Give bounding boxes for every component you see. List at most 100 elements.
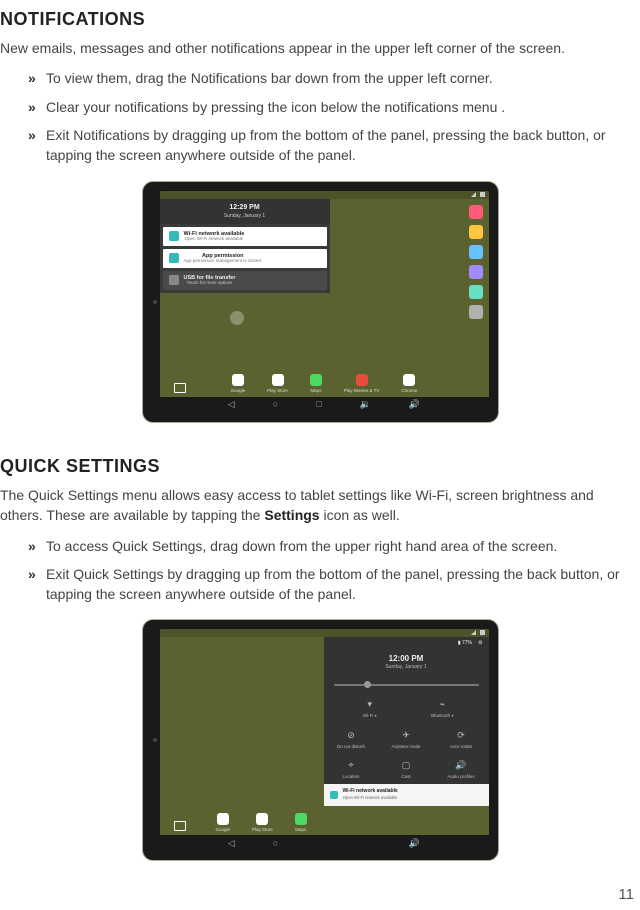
rotate-tile: ⟳ Auto-rotate [434, 725, 489, 755]
cast-tile: ▢ Cast [379, 755, 434, 785]
notification-subtitle: Open Wi-Fi network available [343, 795, 398, 801]
home-icon: ○ [273, 839, 278, 848]
volume-down-icon: 🔉 [360, 400, 371, 409]
side-widgets [469, 205, 483, 319]
notification-header: 12:29 PM Sunday, January 1 [160, 199, 330, 224]
notification-subtitle: Open Wi-Fi network available [184, 237, 245, 242]
brightness-slider [334, 684, 479, 686]
notifications-intro: New emails, messages and other notificat… [0, 38, 640, 58]
app-icon: Google [231, 374, 246, 395]
notification-card: Wi-Fi network available Open Wi-Fi netwo… [163, 227, 327, 246]
quick-settings-figure: Google Play Store Maps ▮ 77% ⚙ 12:00 PM … [0, 620, 640, 865]
notifications-heading: NOTIFICATIONS [0, 6, 640, 32]
app-icon: Chrome [401, 374, 417, 395]
home-icon: ○ [273, 400, 278, 409]
qs-top-bar: ▮ 77% ⚙ [324, 637, 489, 650]
clock-date: Sunday, January 1 [332, 664, 481, 671]
qs-notification-card: Wi-Fi network available Open Wi-Fi netwo… [324, 784, 489, 805]
notification-card: App permission App permission management… [163, 249, 327, 268]
quick-settings-panel: ▮ 77% ⚙ 12:00 PM Sunday, January 1 ▾ Wi-… [324, 637, 489, 805]
notification-card: USB for file transfer Touch for more opt… [163, 271, 327, 290]
clock-time: 12:29 PM [166, 203, 324, 213]
tablet-camera [153, 300, 157, 304]
list-item: Exit Notifications by dragging up from t… [28, 125, 640, 166]
clock-date: Sunday, January 1 [166, 213, 324, 220]
notifications-figure: 12:29 PM Sunday, January 1 Wi-Fi network… [0, 182, 640, 427]
battery-icon [480, 630, 485, 635]
location-icon: ⌖ [326, 759, 377, 772]
list-item: To access Quick Settings, drag down from… [28, 536, 640, 556]
widget-icon [469, 265, 483, 279]
clock-time: 12:00 PM [332, 653, 481, 665]
volume-up-icon: 🔊 [409, 839, 420, 848]
clear-all-icon [230, 311, 244, 325]
tablet-camera [153, 738, 157, 742]
airplane-icon: ✈ [381, 729, 432, 742]
page-number: 11 [618, 884, 634, 906]
nav-bar: ◁ ○ □ 🔉 🔊 [160, 835, 489, 851]
list-item: Exit Quick Settings by dragging up from … [28, 564, 640, 605]
notification-title: Wi-Fi network available [343, 788, 398, 795]
widget-icon [469, 205, 483, 219]
location-tile: ⌖ Location [324, 755, 379, 785]
camera-widget-icon [174, 821, 186, 831]
app-icon: Play Movies & TV [344, 374, 379, 395]
notification-subtitle: App permission management is closed. [184, 259, 263, 264]
settings-gear-icon: ⚙ [478, 640, 482, 647]
wifi-icon [169, 231, 179, 241]
notification-panel: 12:29 PM Sunday, January 1 Wi-Fi network… [160, 199, 330, 293]
qs-row2: ⊘ Do not disturb ✈ Airplane mode ⟳ Auto-… [324, 725, 489, 755]
notification-subtitle: Touch for more options [184, 281, 236, 286]
auto-rotate-icon: ⟳ [436, 729, 487, 742]
battery-icon [480, 192, 485, 197]
app-icon: Play Store [252, 813, 273, 834]
cast-icon: ▢ [381, 759, 432, 772]
back-icon: ◁ [228, 400, 235, 409]
audio-icon: 🔊 [436, 759, 487, 772]
recents-icon: □ [316, 400, 321, 409]
qs-header: 12:00 PM Sunday, January 1 [324, 651, 489, 678]
audio-tile: 🔊 Audio profiles [434, 755, 489, 785]
volume-up-icon: 🔊 [409, 400, 420, 409]
tablet-screen: 12:29 PM Sunday, January 1 Wi-Fi network… [160, 191, 489, 413]
wifi-icon: ▾ [336, 698, 405, 711]
tablet-illustration: Google Play Store Maps ▮ 77% ⚙ 12:00 PM … [143, 620, 498, 860]
bluetooth-icon: ⌁ [408, 698, 477, 711]
airplane-tile: ✈ Airplane mode [379, 725, 434, 755]
quick-settings-heading: QUICK SETTINGS [0, 453, 640, 479]
app-icon: Google [216, 813, 231, 834]
intro-text: icon as well. [320, 507, 400, 523]
signal-icon [471, 630, 476, 635]
widget-icon [469, 225, 483, 239]
widget-icon [469, 245, 483, 259]
app-dock: Google Play Store Maps [216, 813, 489, 834]
app-dock: Google Play Store Maps Play Movies & TV … [160, 374, 489, 395]
list-item: Clear your notifications by pressing the… [28, 97, 640, 117]
back-icon: ◁ [228, 839, 235, 848]
dnd-icon: ⊘ [326, 729, 377, 742]
widget-icon [469, 285, 483, 299]
status-bar [160, 191, 489, 199]
app-icon: Play Store [267, 374, 288, 395]
quick-settings-bullets: To access Quick Settings, drag down from… [0, 536, 640, 605]
app-icon: Maps [310, 374, 322, 395]
wifi-tile: ▾ Wi-Fi ▾ [334, 692, 407, 726]
signal-icon [471, 192, 476, 197]
widget-icon [469, 305, 483, 319]
bluetooth-tile: ⌁ Bluetooth ▾ [406, 692, 479, 726]
qs-row3: ⌖ Location ▢ Cast 🔊 Audio profiles [324, 755, 489, 785]
quick-settings-intro: The Quick Settings menu allows easy acce… [0, 485, 640, 526]
dnd-tile: ⊘ Do not disturb [324, 725, 379, 755]
notifications-bullets: To view them, drag the Notifications bar… [0, 68, 640, 165]
qs-row1: ▾ Wi-Fi ▾ ⌁ Bluetooth ▾ [324, 692, 489, 726]
battery-text: ▮ 77% [458, 640, 472, 647]
wifi-icon [330, 791, 338, 799]
app-icon: Maps [295, 813, 307, 834]
status-bar [160, 629, 489, 637]
tablet-illustration: 12:29 PM Sunday, January 1 Wi-Fi network… [143, 182, 498, 422]
usb-icon [169, 275, 179, 285]
nav-bar: ◁ ○ □ 🔉 🔊 [160, 397, 489, 413]
tablet-screen: Google Play Store Maps ▮ 77% ⚙ 12:00 PM … [160, 629, 489, 851]
list-item: To view them, drag the Notifications bar… [28, 68, 640, 88]
shield-icon [169, 253, 179, 263]
